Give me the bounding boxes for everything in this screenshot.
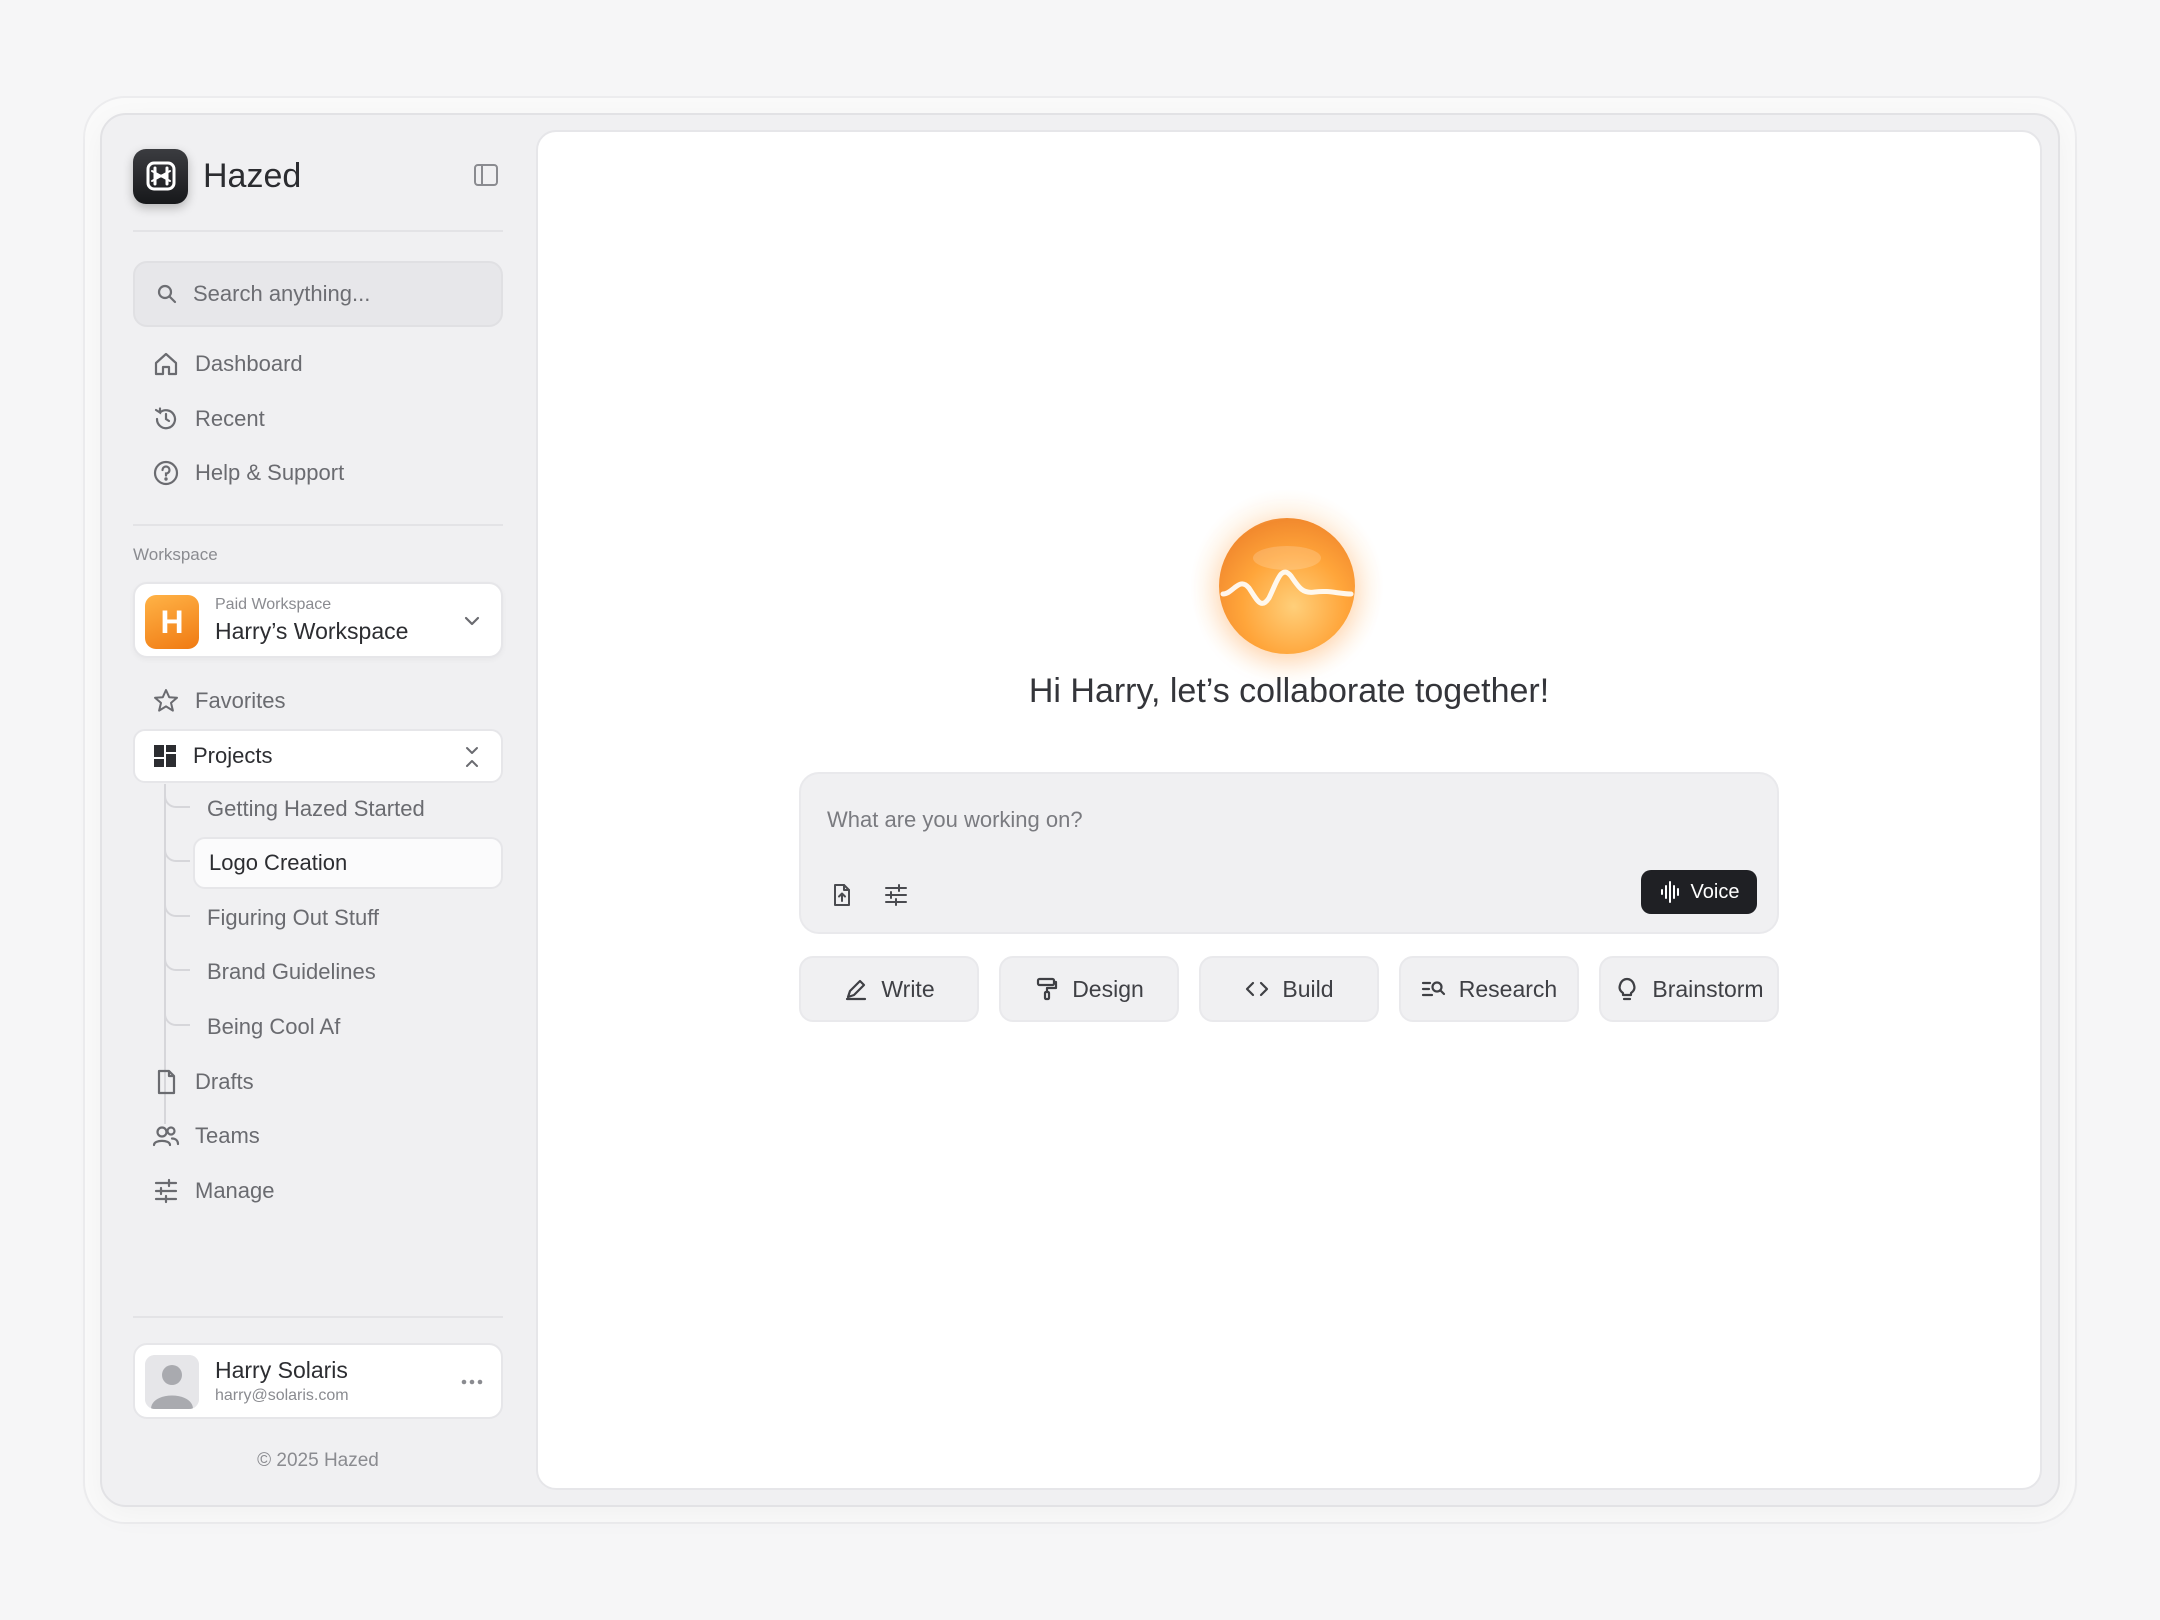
chip-build[interactable]: Build [1199,956,1379,1022]
code-icon [1244,976,1270,1002]
chip-label: Design [1072,975,1144,1002]
workspace-avatar: H [145,595,199,649]
chip-label: Research [1458,975,1558,1002]
assistant-orb [1189,488,1385,684]
project-item[interactable]: Brand Guidelines [193,946,503,998]
user-card[interactable]: Harry Solaris harry@solaris.com [133,1343,503,1419]
sidebar-divider [133,524,503,526]
sliders-icon [151,1176,181,1206]
workspace-section-label: Workspace [133,545,218,564]
chip-label: Brainstorm [1652,975,1764,1002]
app-name: Hazed [203,156,302,195]
nav-item-favorites[interactable]: Favorites [133,675,503,727]
greeting-title: Hi Harry, let’s collaborate together! [1028,672,1550,710]
project-label: Getting Hazed Started [207,796,425,821]
orb-sphere [1219,518,1355,654]
sidebar: Hazed Dashboard Recent [133,140,503,1480]
chip-label: Build [1282,975,1334,1002]
chip-write[interactable]: Write [799,956,979,1022]
lightbulb-icon [1614,976,1640,1002]
tree-branch [164,786,190,808]
chip-label: Write [881,975,935,1002]
nav-label: Dashboard [195,351,303,376]
pen-icon [843,976,869,1002]
prompt-input[interactable] [827,800,1727,840]
project-item[interactable]: Figuring Out Stuff [193,892,503,944]
nav-item-recent[interactable]: Recent [133,393,503,445]
tree-branch [164,1004,190,1026]
chip-design[interactable]: Design [999,956,1179,1022]
nav-item-help[interactable]: Help & Support [133,447,503,499]
nav-item-drafts[interactable]: Drafts [133,1056,503,1108]
chevrons-collapse-icon[interactable] [461,744,483,770]
copyright: © 2025 Hazed [257,1450,379,1471]
workspace-switcher[interactable]: H Paid Workspace Harry’s Workspace [133,582,503,658]
project-item[interactable]: Being Cool Af [193,1001,503,1053]
voice-button[interactable]: Voice [1641,870,1757,914]
nav-label: Projects [193,743,273,768]
dashboard-grid-icon [151,742,179,770]
text-search-icon [1421,976,1447,1002]
nav-item-manage[interactable]: Manage [133,1165,503,1217]
audio-waveform-icon [1659,880,1683,904]
nav-item-dashboard[interactable]: Dashboard [133,338,503,390]
chevron-down-icon [461,610,483,632]
nav-item-projects[interactable]: Projects [133,729,503,783]
project-item[interactable]: Getting Hazed Started [193,783,503,835]
sidebar-toggle-icon[interactable] [469,158,503,192]
user-name: Harry Solaris [215,1357,348,1383]
voice-label: Voice [1690,880,1740,903]
history-icon [151,404,181,434]
chip-research[interactable]: Research [1399,956,1579,1022]
file-icon [151,1067,181,1097]
project-label: Figuring Out Stuff [207,905,380,930]
search-icon [155,282,179,306]
sidebar-divider [133,1316,503,1318]
nav-label: Manage [195,1178,275,1203]
users-icon [151,1121,181,1151]
help-icon [151,458,181,488]
settings-sliders-icon[interactable] [879,878,913,912]
project-label: Logo Creation [209,850,348,875]
user-email: harry@solaris.com [215,1387,349,1404]
project-label: Being Cool Af [207,1014,341,1039]
nav-label: Recent [195,406,265,431]
workspace-name: Harry’s Workspace [215,618,409,644]
star-icon [151,686,181,716]
workspace-tier: Paid Workspace [215,596,332,613]
search-input[interactable] [193,281,473,307]
file-upload-icon[interactable] [825,878,859,912]
paint-roller-icon [1034,976,1060,1002]
avatar [145,1355,199,1409]
chip-brainstorm[interactable]: Brainstorm [1599,956,1779,1022]
search-box[interactable] [133,261,503,327]
hazed-logo-icon[interactable] [133,148,188,204]
nav-label: Favorites [195,688,286,713]
nav-label: Help & Support [195,460,345,485]
project-label: Brand Guidelines [207,959,376,984]
more-horizontal-icon[interactable] [459,1369,485,1395]
project-item-active[interactable]: Logo Creation [193,837,503,889]
brand-row: Hazed [133,148,503,204]
nav-label: Drafts [195,1069,254,1094]
nav-label: Teams [195,1123,260,1148]
sidebar-divider [133,230,503,232]
tree-branch [164,840,190,862]
nav-item-teams[interactable]: Teams [133,1110,503,1162]
tree-branch [164,949,190,971]
prompt-composer[interactable]: Voice [799,772,1779,934]
home-icon [151,349,181,379]
tree-branch [164,895,190,917]
